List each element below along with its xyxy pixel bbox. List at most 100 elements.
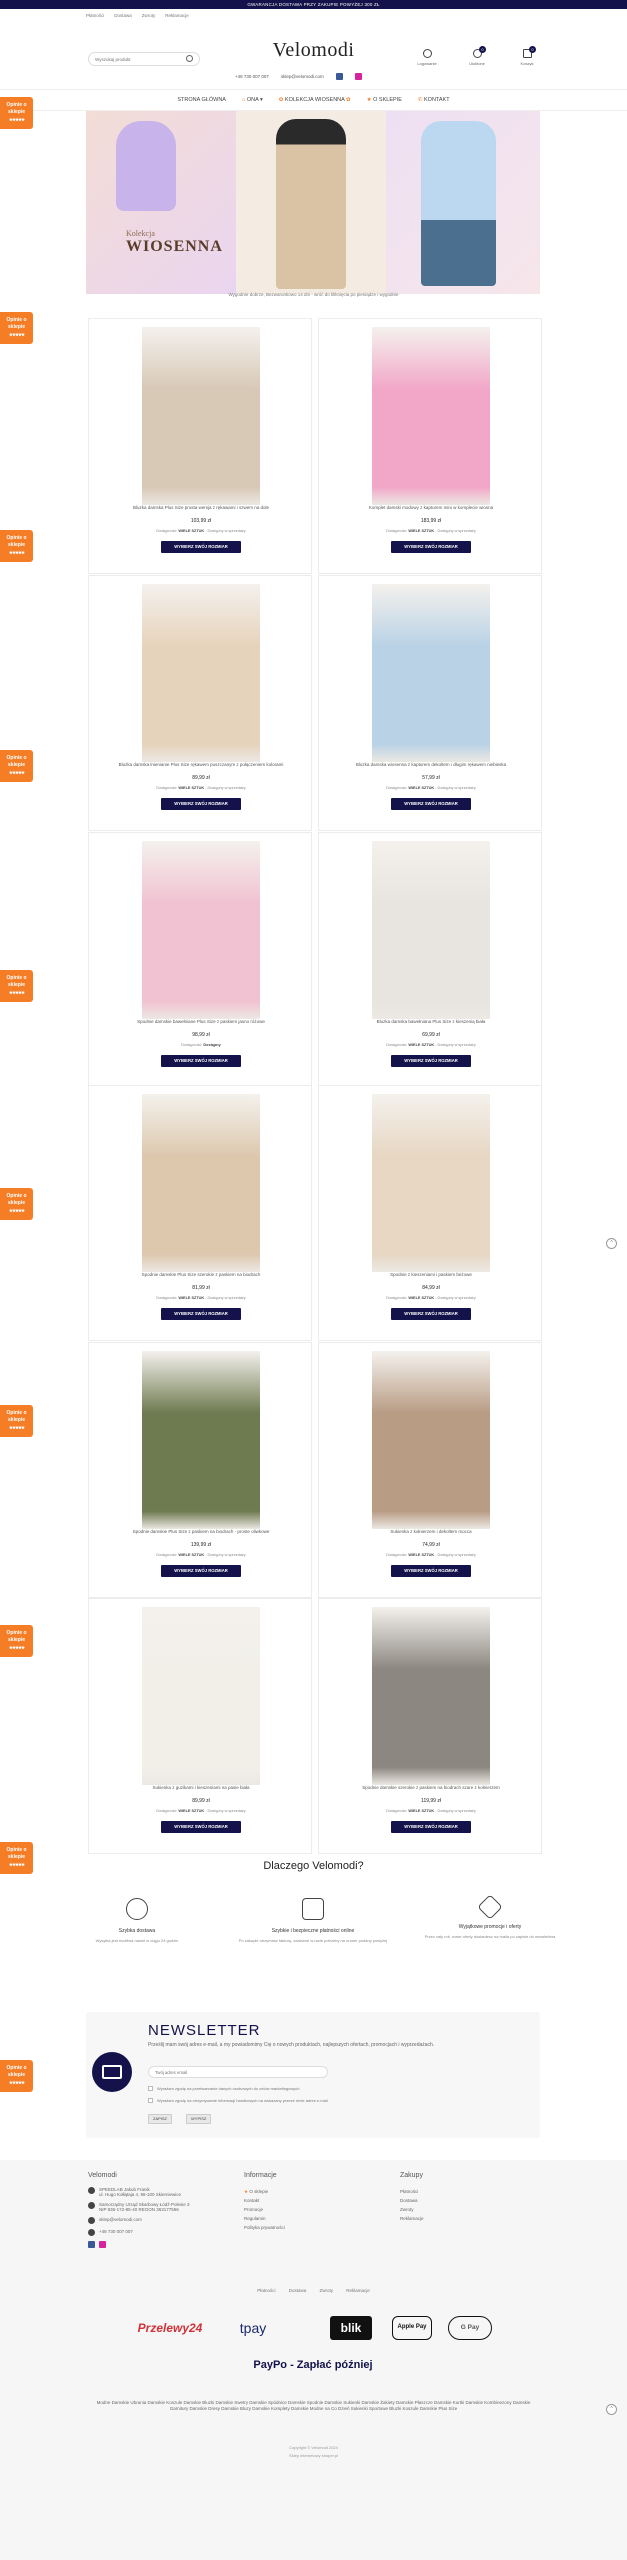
product-name[interactable]: Sukienka z guzikami i kieszeniami na pas… [97,1785,305,1791]
checkbox[interactable] [148,2086,153,2091]
footer-email[interactable]: sklep@velomodi.com [88,2217,228,2224]
top-link-delivery[interactable]: Dostawa [114,13,132,18]
reviews-tab[interactable]: Opinie o sklepie ★★★★★ [0,2060,33,2092]
product-card[interactable]: Bluzka damska wiosenna z kapturem dekolt… [318,575,542,831]
reviews-tab[interactable]: Opinie o sklepie ★★★★★ [0,1405,33,1437]
product-image[interactable] [372,327,490,505]
footer-link[interactable]: ★ O sklepie [244,2187,364,2196]
newsletter-consent-2[interactable]: Wyrażam zgodę na otrzymywanie informacji… [148,2098,328,2103]
product-image[interactable] [372,1094,490,1272]
product-name[interactable]: Spodnie damskie Plus Size z paskiem na b… [97,1529,305,1535]
unsubscribe-button[interactable]: WYPISZ [186,2114,212,2124]
footer-link[interactable]: Polityka prywatności [244,2223,364,2232]
product-name[interactable]: Spodnie damskie bawełniane Plus Size z p… [97,1019,305,1025]
nav-home[interactable]: STRONA GŁÓWNA [177,97,226,103]
checkbox[interactable] [148,2098,153,2103]
reviews-tab[interactable]: Opinie o sklepie ★★★★★ [0,312,33,344]
product-name[interactable]: Bluzka damska wiosenna z kapturem dekolt… [327,762,535,768]
product-name[interactable]: Spodnie damskie Plus Size szerokie z pas… [97,1272,305,1278]
facebook-icon[interactable] [335,73,343,80]
top-link-payments[interactable]: Płatności [86,13,104,18]
choose-size-button[interactable]: WYBIERZ SWÓJ ROZMIAR [161,541,241,553]
product-image[interactable] [142,1607,260,1785]
product-image[interactable] [142,1094,260,1272]
product-name[interactable]: Spodnie z kieszeniami i paskiem beżowe [327,1272,535,1278]
product-card[interactable]: Bluzka damska lnienianie Plus Size rękaw… [88,575,312,831]
subscribe-button[interactable]: ZAPISZ [148,2114,173,2124]
choose-size-button[interactable]: WYBIERZ SWÓJ ROZMIAR [161,1308,241,1320]
nav-ona[interactable]: ⌂ ONA ▾ [242,97,263,103]
choose-size-button[interactable]: WYBIERZ SWÓJ ROZMIAR [391,541,471,553]
phone-link[interactable]: +48 730 007 007 [235,74,269,79]
product-image[interactable] [142,1351,260,1529]
scroll-top-button[interactable]: ^ [606,2404,617,2415]
nav-contact[interactable]: ✆ KONTAKT [418,97,450,103]
reviews-tab[interactable]: Opinie o sklepie ★★★★★ [0,97,33,129]
newsletter-email-input[interactable] [148,2066,328,2078]
product-card[interactable]: Spodnie z kieszeniami i paskiem beżowe 84… [318,1085,542,1341]
footer-link[interactable]: Kontakt [244,2196,364,2205]
choose-size-button[interactable]: WYBIERZ SWÓJ ROZMIAR [161,1821,241,1833]
reviews-tab[interactable]: Opinie o sklepie ★★★★★ [0,1188,33,1220]
choose-size-button[interactable]: WYBIERZ SWÓJ ROZMIAR [161,1055,241,1067]
product-image[interactable] [142,584,260,762]
product-card[interactable]: Spodnie damskie szerokie z paskiem na bi… [318,1598,542,1854]
reviews-tab[interactable]: Opinie o sklepie ★★★★★ [0,750,33,782]
choose-size-button[interactable]: WYBIERZ SWÓJ ROZMIAR [391,798,471,810]
reviews-tab[interactable]: Opinie o sklepie ★★★★★ [0,1625,33,1657]
product-card[interactable]: Komplet damski modowy z kapturem mini w … [318,318,542,574]
reviews-tab[interactable]: Opinie o sklepie ★★★★★ [0,530,33,562]
footer-link[interactable]: Zwroty [400,2205,520,2214]
product-name[interactable]: Bluzka damska lnienianie Plus Size rękaw… [97,762,305,768]
choose-size-button[interactable]: WYBIERZ SWÓJ ROZMIAR [391,1055,471,1067]
hero-banner[interactable]: Kolekcja WIOSENNA [86,111,540,294]
product-name[interactable]: Bluzka damska Plus Size prosta wersja z … [97,505,305,511]
product-card[interactable]: Spodnie damskie bawełniane Plus Size z p… [88,832,312,1088]
choose-size-button[interactable]: WYBIERZ SWÓJ ROZMIAR [161,1565,241,1577]
choose-size-button[interactable]: WYBIERZ SWÓJ ROZMIAR [391,1565,471,1577]
search-icon[interactable] [186,55,193,62]
nav-about[interactable]: ★ O SKLEPIE [367,97,402,103]
footer-link[interactable]: Promocje [244,2205,364,2214]
product-card[interactable]: Sukienka z guzikami i kieszeniami na pas… [88,1598,312,1854]
product-name[interactable]: Spodnie damskie szerokie z paskiem na bi… [327,1785,535,1791]
footer-powered[interactable]: Sklep internetowy shoper.pl [0,2453,627,2458]
footer-phone[interactable]: +48 730 007 007 [88,2229,228,2236]
facebook-icon[interactable] [88,2241,95,2248]
product-image[interactable] [142,327,260,505]
cart-button[interactable]: 0 Koszyk [513,46,541,66]
product-name[interactable]: Bluzka damska bawełniana Plus Size z kie… [327,1019,535,1025]
instagram-icon[interactable] [354,73,362,80]
login-button[interactable]: Logowanie [413,49,441,66]
newsletter-consent-1[interactable]: Wyrażam zgodę na przetwarzanie danych os… [148,2086,299,2091]
instagram-icon[interactable] [99,2241,106,2248]
scroll-top-button[interactable]: ^ [606,1238,617,1249]
product-card[interactable]: Spodnie damskie Plus Size z paskiem na b… [88,1342,312,1598]
footer-link[interactable]: Reklamacje [400,2214,520,2223]
choose-size-button[interactable]: WYBIERZ SWÓJ ROZMIAR [161,798,241,810]
footer-bottom-link[interactable]: Zwroty [320,2288,334,2293]
search-input[interactable] [88,52,200,66]
wishlist-button[interactable]: 0 Ulubione [463,46,491,66]
product-image[interactable] [372,1607,490,1785]
product-card[interactable]: Spodnie damskie Plus Size szerokie z pas… [88,1085,312,1341]
choose-size-button[interactable]: WYBIERZ SWÓJ ROZMIAR [391,1821,471,1833]
product-image[interactable] [372,584,490,762]
top-link-complaints[interactable]: Reklamacje [165,13,189,18]
product-card[interactable]: Bluzka damska Plus Size prosta wersja z … [88,318,312,574]
product-name[interactable]: Komplet damski modowy z kapturem mini w … [327,505,535,511]
product-name[interactable]: Sukienka z kołnierzem i dekoltem mocca [327,1529,535,1535]
footer-link[interactable]: Płatności [400,2187,520,2196]
product-card[interactable]: Bluzka damska bawełniana Plus Size z kie… [318,832,542,1088]
footer-link[interactable]: Dostawa [400,2196,520,2205]
product-image[interactable] [372,1351,490,1529]
reviews-tab[interactable]: Opinie o sklepie ★★★★★ [0,970,33,1002]
footer-bottom-link[interactable]: Płatności [257,2288,275,2293]
footer-link[interactable]: Regulamin [244,2214,364,2223]
nav-spring-collection[interactable]: ✿ KOLEKCJA WIOSENNA ✿ [279,97,351,103]
footer-bottom-link[interactable]: Reklamacje [346,2288,370,2293]
footer-bottom-link[interactable]: Dostawa [289,2288,307,2293]
product-image[interactable] [142,841,260,1019]
choose-size-button[interactable]: WYBIERZ SWÓJ ROZMIAR [391,1308,471,1320]
product-image[interactable] [372,841,490,1019]
